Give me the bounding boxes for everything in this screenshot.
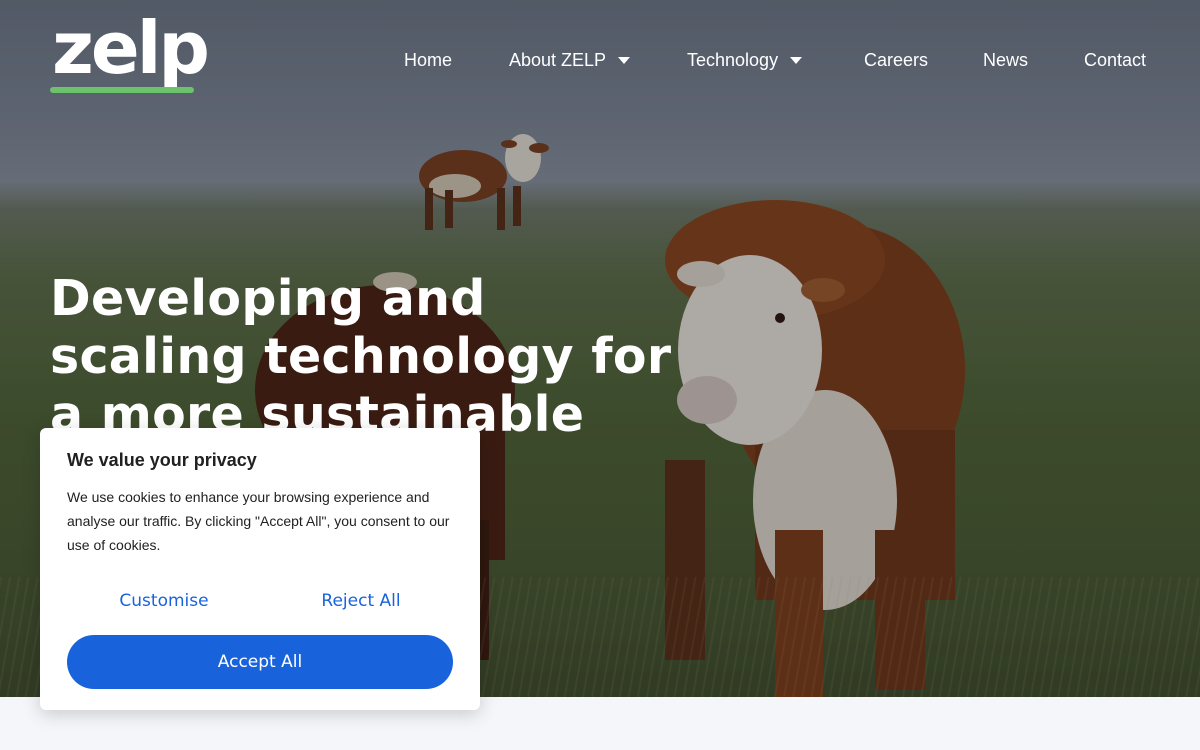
nav-item-label: Contact [1084, 50, 1147, 70]
nav-item-technology[interactable]: Technology [687, 46, 803, 74]
main-nav: Home About ZELP Technology Careers News … [0, 46, 1200, 74]
cookie-consent-banner: We value your privacy We use cookies to … [40, 428, 480, 710]
nav-item-news[interactable]: News [983, 46, 1028, 74]
nav-item-careers[interactable]: Careers [864, 46, 928, 74]
nav-item-about-zelp[interactable]: About ZELP [509, 46, 631, 74]
nav-item-home[interactable]: Home [404, 46, 452, 74]
nav-item-label: Careers [864, 50, 929, 70]
chevron-down-icon [790, 57, 803, 64]
nav-item-contact[interactable]: Contact [1084, 46, 1146, 74]
cookie-title: We value your privacy [67, 450, 257, 470]
cookie-description: We use cookies to enhance your browsing … [67, 489, 450, 553]
nav-item-label: News [983, 50, 1029, 70]
customise-button[interactable]: Customise [74, 586, 254, 616]
nav-item-label: Technology [687, 50, 779, 70]
reject-all-button[interactable]: Reject All [271, 586, 451, 616]
logo-underline [50, 87, 194, 93]
nav-item-label: About ZELP [509, 50, 607, 70]
nav-item-label: Home [404, 50, 453, 70]
accept-all-button[interactable]: Accept All [67, 635, 453, 689]
chevron-down-icon [618, 57, 631, 64]
